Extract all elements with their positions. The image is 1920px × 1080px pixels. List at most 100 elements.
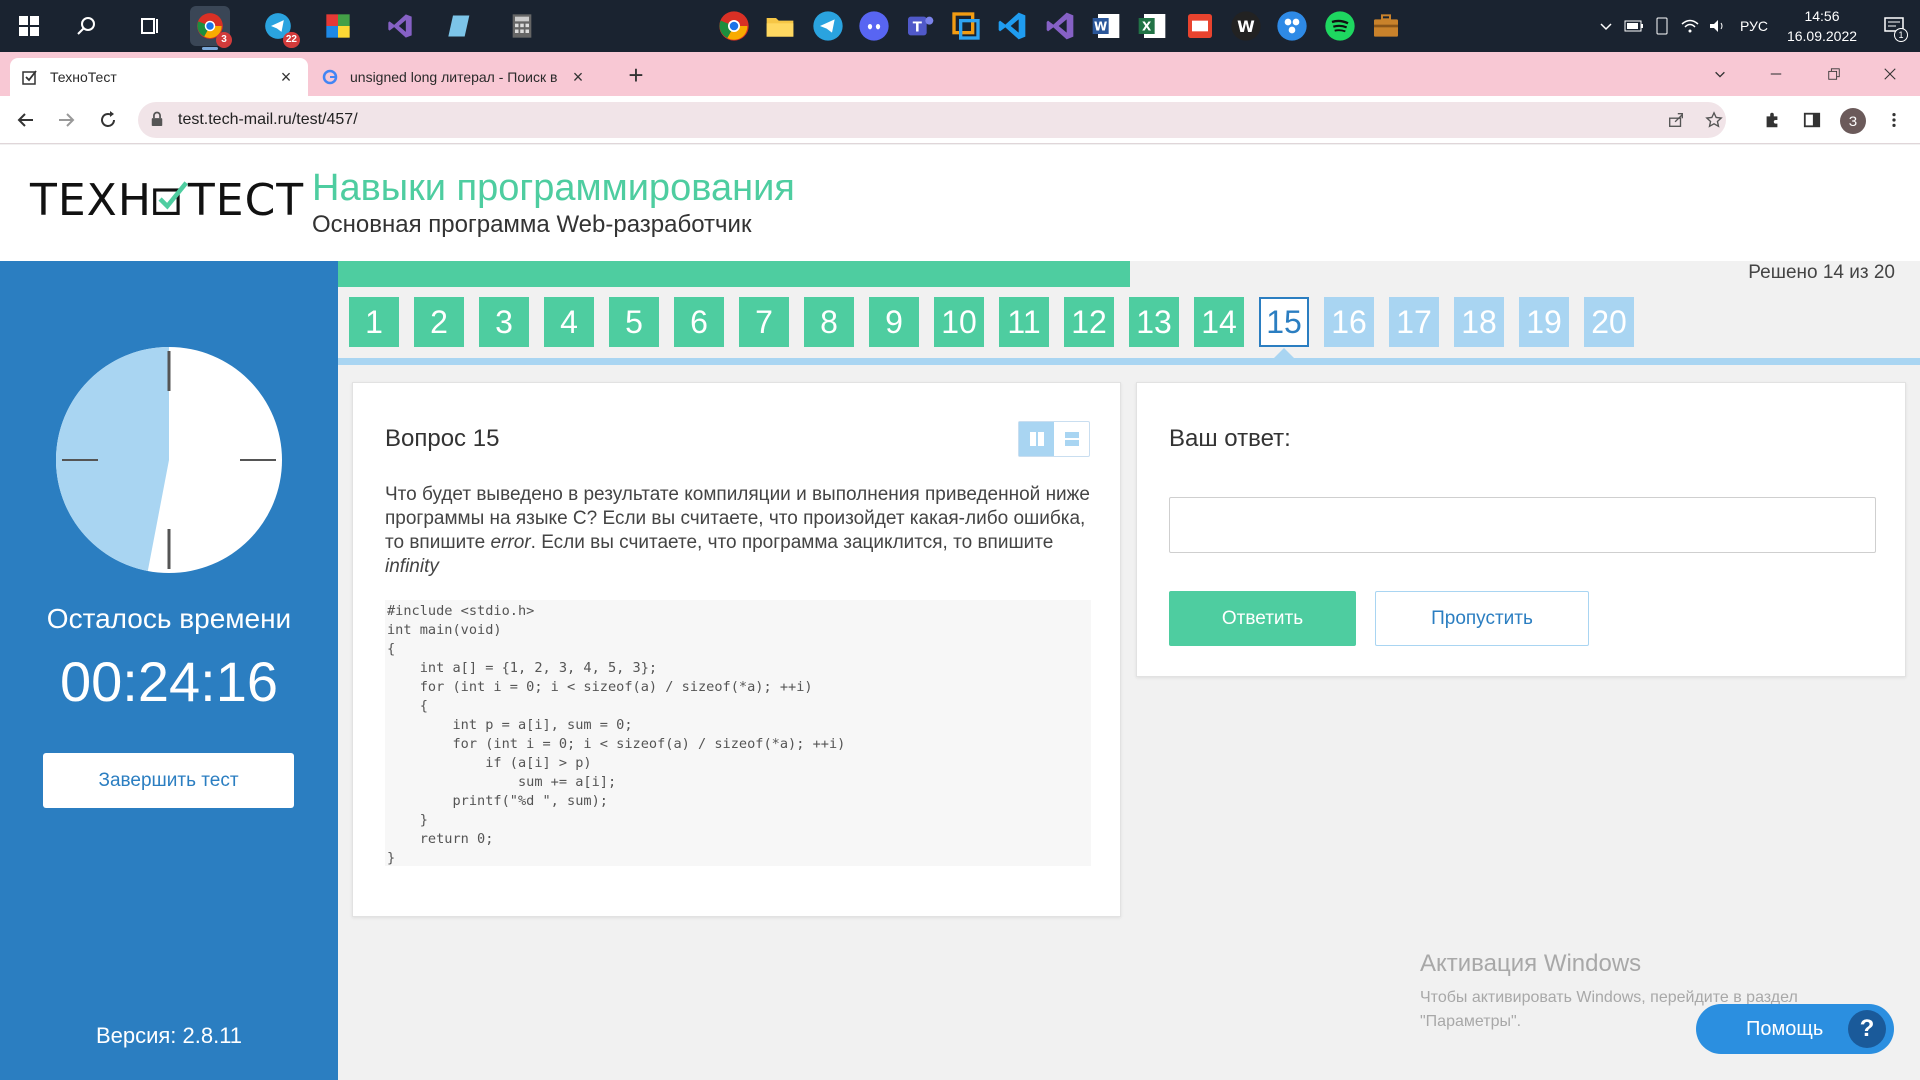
chevron-up-icon[interactable]	[1592, 0, 1620, 52]
search-icon[interactable]	[58, 0, 116, 52]
question-nav-item[interactable]: 8	[804, 297, 854, 347]
forward-icon[interactable]	[50, 104, 82, 136]
notification-count: 1	[1894, 28, 1908, 42]
question-nav-item[interactable]: 16	[1324, 297, 1374, 347]
question-nav-item[interactable]: 2	[414, 297, 464, 347]
keyboard-language[interactable]: РУС	[1732, 18, 1776, 34]
technotest-logo[interactable]: ТЕХН ТЕСТ	[30, 175, 304, 226]
question-nav-item[interactable]: 13	[1129, 297, 1179, 347]
tab-search[interactable]: unsigned long литерал - Поиск в ×	[310, 58, 600, 96]
sidebar: Осталось времени 00:24:16 Завершить тест…	[0, 261, 338, 1080]
question-nav-item[interactable]: 11	[999, 297, 1049, 347]
share-icon[interactable]	[1664, 108, 1688, 132]
logo-text-left: ТЕХН	[30, 175, 152, 226]
visual-studio-taskbar-icon[interactable]	[380, 6, 420, 46]
discord-icon[interactable]	[854, 6, 894, 46]
side-panel-icon[interactable]	[1796, 104, 1828, 136]
tab-close-icon[interactable]: ×	[276, 67, 296, 88]
tab-close-icon[interactable]: ×	[568, 67, 588, 88]
clock[interactable]: 14:56 16.09.2022	[1776, 6, 1868, 46]
address-bar[interactable]: test.tech-mail.ru/test/457/	[138, 102, 1726, 138]
question-nav-item[interactable]: 10	[934, 297, 984, 347]
close-window-icon[interactable]	[1862, 52, 1918, 96]
phone-icon[interactable]	[1648, 0, 1676, 52]
question-text-part2: . Если вы считаете, что программа зацикл…	[530, 532, 1054, 553]
help-button[interactable]: Помощь ?	[1696, 1004, 1894, 1054]
vscode-icon[interactable]	[992, 6, 1032, 46]
reload-icon[interactable]	[92, 104, 124, 136]
foxit-icon[interactable]	[1180, 6, 1220, 46]
question-nav-item[interactable]: 20	[1584, 297, 1634, 347]
chrome-pinned-icon[interactable]	[714, 6, 754, 46]
spotify-icon[interactable]	[1320, 6, 1360, 46]
cluster-app-icon[interactable]	[1272, 6, 1312, 46]
submit-answer-button[interactable]: Ответить	[1169, 591, 1356, 646]
question-nav-item[interactable]: 9	[869, 297, 919, 347]
question-mark-icon: ?	[1848, 1010, 1886, 1048]
question-nav-item[interactable]: 19	[1519, 297, 1569, 347]
battery-icon[interactable]	[1620, 0, 1648, 52]
minimize-icon[interactable]	[1748, 52, 1804, 96]
task-view-icon[interactable]	[120, 0, 178, 52]
question-nav-item[interactable]: 18	[1454, 297, 1504, 347]
winrar-taskbar-icon[interactable]	[318, 6, 358, 46]
one-column-layout-icon[interactable]	[1054, 422, 1089, 456]
question-nav-item[interactable]: 14	[1194, 297, 1244, 347]
tab-search-chevron-icon[interactable]	[1692, 52, 1748, 96]
restore-icon[interactable]	[1806, 52, 1862, 96]
menu-kebab-icon[interactable]	[1878, 104, 1910, 136]
new-tab-icon[interactable]: +	[622, 60, 650, 91]
question-nav-item[interactable]: 7	[739, 297, 789, 347]
chrome-badge: 3	[216, 32, 232, 48]
teams-icon[interactable]: T	[900, 6, 940, 46]
wifi-icon[interactable]	[1676, 0, 1704, 52]
question-nav-item[interactable]: 6	[674, 297, 724, 347]
back-icon[interactable]	[10, 104, 42, 136]
two-column-layout-icon[interactable]	[1019, 422, 1054, 456]
visual-studio-pinned-icon[interactable]	[1040, 6, 1080, 46]
answer-card: Ваш ответ: Ответить Пропустить	[1136, 382, 1906, 677]
test-subtitle: Основная программа Web-разработчик	[312, 211, 752, 238]
question-nav-item[interactable]: 5	[609, 297, 659, 347]
question-nav-item[interactable]: 1	[349, 297, 399, 347]
browser-tabstrip: ТехноТест × unsigned long литерал - Поис…	[0, 52, 1920, 96]
question-nav-item[interactable]: 12	[1064, 297, 1114, 347]
url-text[interactable]: test.tech-mail.ru/test/457/	[178, 111, 358, 129]
calculator-taskbar-icon[interactable]	[502, 6, 542, 46]
question-nav-item[interactable]: 17	[1389, 297, 1439, 347]
windows-taskbar: 3 22 T W X W РУС 14:56 16.09.2022 1	[0, 0, 1920, 52]
word-icon[interactable]: W	[1086, 6, 1126, 46]
windows-start-icon[interactable]	[0, 0, 58, 52]
excel-icon[interactable]: X	[1132, 6, 1172, 46]
volume-icon[interactable]	[1704, 0, 1732, 52]
lock-icon[interactable]	[150, 111, 164, 132]
notepad-taskbar-icon[interactable]	[440, 6, 480, 46]
progress-fill	[338, 261, 1130, 287]
tab-technotest[interactable]: ТехноТест ×	[10, 58, 308, 96]
finish-test-button[interactable]: Завершить тест	[43, 753, 294, 808]
file-explorer-icon[interactable]	[760, 6, 800, 46]
app-window-icon[interactable]	[946, 6, 986, 46]
current-question-pointer	[1273, 348, 1295, 359]
time-left-label: Осталось времени	[46, 603, 292, 634]
page-header: ТЕХН ТЕСТ Навыки программирования Основна…	[0, 145, 1920, 261]
google-favicon-icon	[322, 69, 338, 85]
notification-icon[interactable]: 1	[1868, 0, 1920, 52]
question-navigation: 1 2 3 4 5 6 7 8 9 10 11 12 13 14 15 16 17 18 19 20	[349, 297, 1649, 347]
extensions-icon[interactable]	[1756, 104, 1788, 136]
briefcase-icon[interactable]	[1366, 6, 1406, 46]
question-nav-item[interactable]: 15	[1259, 297, 1309, 347]
question-nav-item[interactable]: 3	[479, 297, 529, 347]
profile-avatar[interactable]: З	[1840, 108, 1866, 134]
telegram-pinned-icon[interactable]	[808, 6, 848, 46]
skip-question-button[interactable]: Пропустить	[1375, 591, 1589, 646]
chrome-taskbar-icon[interactable]: 3	[190, 6, 232, 50]
telegram-taskbar-icon[interactable]: 22	[258, 6, 300, 48]
solved-counter: Решено 14 из 20	[1748, 262, 1895, 283]
tab-title: ТехноТест	[50, 69, 117, 85]
question-nav-item[interactable]: 4	[544, 297, 594, 347]
wakatime-icon[interactable]: W	[1226, 6, 1266, 46]
bookmark-star-icon[interactable]	[1702, 108, 1726, 132]
logo-checkbox-icon	[152, 177, 188, 215]
answer-input[interactable]	[1169, 497, 1876, 553]
